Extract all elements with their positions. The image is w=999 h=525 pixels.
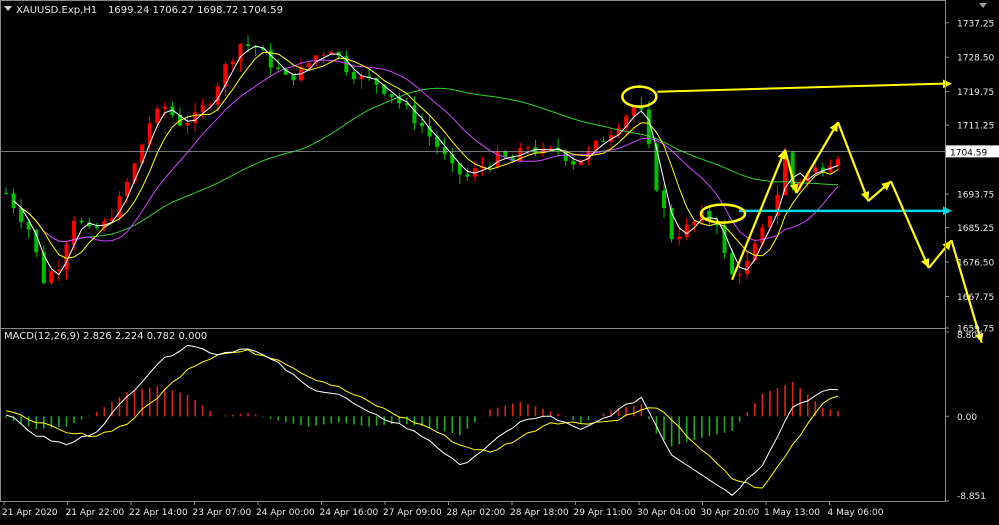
time-tick-label: 21 Apr 2020 (2, 508, 58, 518)
bull-candle[interactable] (813, 167, 817, 172)
bull-candle[interactable] (322, 55, 326, 56)
bull-candle[interactable] (117, 196, 121, 218)
bull-candle[interactable] (57, 270, 61, 271)
bear-candle[interactable] (276, 67, 280, 69)
time-tick-label: 28 Apr 02:00 (447, 508, 506, 518)
bull-candle[interactable] (193, 112, 197, 123)
macd-tick-label: 8.809 (957, 331, 983, 341)
bull-candle[interactable] (307, 63, 311, 67)
bear-candle[interactable] (390, 94, 394, 97)
price-tick-label: 1737.25 (957, 19, 994, 29)
bull-candle[interactable] (738, 274, 742, 275)
price-tick-label: 1693.75 (957, 191, 994, 201)
current-price-label: 1704.59 (950, 148, 987, 158)
price-tick-label: 1685.25 (957, 224, 994, 234)
bear-candle[interactable] (4, 193, 8, 194)
macd-tick-label: 0.00 (957, 413, 977, 423)
bull-candle[interactable] (692, 222, 696, 225)
price-tick-label: 1711.25 (957, 122, 994, 132)
bull-candle[interactable] (201, 105, 205, 112)
bear-candle[interactable] (420, 123, 424, 126)
bear-candle[interactable] (246, 44, 250, 46)
trading-chart-window[interactable]: 1704.59 1737.25 1728.50 1719.75 1711.25 1693.… (0, 0, 999, 521)
bear-candle[interactable] (465, 174, 469, 176)
bull-candle[interactable] (231, 61, 235, 64)
price-tick-label: 1719.75 (957, 88, 994, 98)
bear-candle[interactable] (352, 72, 356, 79)
bull-candle[interactable] (836, 159, 840, 166)
bull-candle[interactable] (155, 109, 159, 124)
time-tick-label: 30 Apr 20:00 (701, 508, 760, 518)
bull-candle[interactable] (163, 107, 167, 109)
bull-candle[interactable] (125, 182, 129, 196)
time-tick-label: 24 Apr 00:00 (256, 508, 315, 518)
bull-candle[interactable] (133, 164, 137, 182)
time-tick-label: 21 Apr 22:00 (66, 508, 125, 518)
ohlc-readout: 1699.24 1706.27 1698.72 1704.59 (108, 5, 283, 16)
time-tick-label: 30 Apr 04:00 (637, 508, 696, 518)
time-tick-label: 23 Apr 07:00 (193, 508, 252, 518)
bear-candle[interactable] (95, 226, 99, 228)
time-tick-label: 28 Apr 18:00 (510, 508, 569, 518)
bull-candle[interactable] (186, 123, 190, 125)
bear-candle[interactable] (291, 75, 295, 80)
bull-candle[interactable] (632, 107, 636, 117)
price-tick-label: 1728.50 (957, 54, 994, 64)
chart-background (0, 0, 999, 521)
bear-candle[interactable] (662, 190, 666, 208)
time-tick-label: 29 Apr 11:00 (574, 508, 633, 518)
bear-candle[interactable] (571, 161, 575, 165)
macd-label: MACD(12,26,9) 2.826 2.224 0.782 0.000 (4, 331, 207, 342)
bear-candle[interactable] (12, 193, 16, 208)
bear-candle[interactable] (80, 221, 84, 223)
bull-candle[interactable] (49, 271, 53, 283)
bull-candle[interactable] (526, 147, 530, 148)
price-tick-label: 1676.50 (957, 259, 994, 269)
bear-candle[interactable] (412, 105, 416, 123)
time-tick-label: 24 Apr 16:00 (320, 508, 379, 518)
macd-tick-label: -8.851 (957, 492, 986, 502)
bear-candle[interactable] (602, 141, 606, 142)
time-tick-label: 4 May 06:00 (828, 508, 884, 518)
bull-candle[interactable] (685, 225, 689, 237)
bull-candle[interactable] (549, 148, 553, 149)
bull-candle[interactable] (753, 244, 757, 261)
symbol-title: XAUUSD.Exp,H1 (16, 5, 97, 16)
time-tick-label: 1 May 13:00 (764, 508, 820, 518)
bear-candle[interactable] (730, 253, 734, 274)
price-tick-label: 1667.75 (957, 293, 994, 303)
time-tick-label: 27 Apr 09:00 (383, 508, 442, 518)
bull-candle[interactable] (677, 237, 681, 239)
bear-candle[interactable] (34, 230, 38, 252)
time-tick-label: 22 Apr 14:00 (129, 508, 188, 518)
